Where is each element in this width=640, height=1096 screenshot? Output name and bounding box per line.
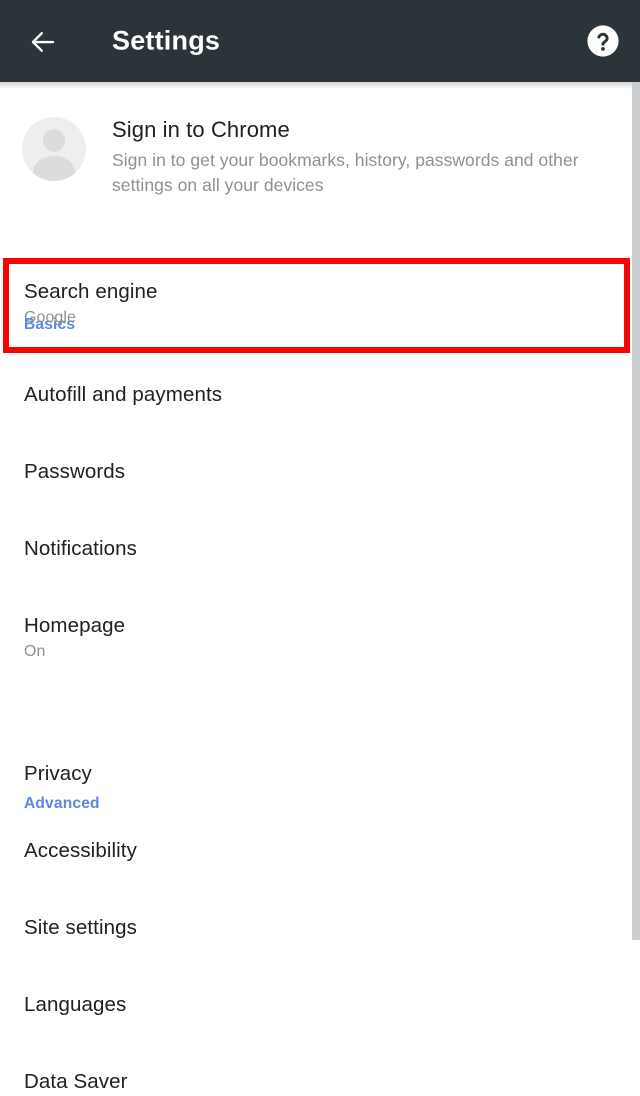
help-button[interactable] <box>586 24 620 58</box>
settings-list: Sign in to Chrome Sign in to get your bo… <box>0 82 640 1096</box>
setting-row-accessibility[interactable]: Accessibility <box>0 838 632 864</box>
page-title: Settings <box>112 25 221 56</box>
setting-row-title: Privacy <box>24 762 92 785</box>
sign-in-promo-subtitle: Sign in to get your bookmarks, history, … <box>112 150 579 195</box>
sign-in-promo-title: Sign in to Chrome <box>112 117 290 142</box>
setting-row-title: Autofill and payments <box>24 383 223 406</box>
setting-row-title: Site settings <box>24 916 137 939</box>
setting-row-subtitle: On <box>24 643 46 660</box>
settings-screen: Settings Sign in to Chrome Sign in to ge… <box>0 0 640 1096</box>
setting-row-title: Languages <box>24 993 127 1016</box>
setting-row-title: Notifications <box>24 537 137 560</box>
setting-row-site-settings[interactable]: Site settings <box>0 915 632 941</box>
scrollbar-thumb[interactable] <box>632 82 640 940</box>
avatar-head <box>43 129 65 152</box>
person-avatar-icon <box>22 117 86 181</box>
setting-row-search-engine[interactable]: Search engine Google <box>0 279 632 328</box>
setting-row-title: Homepage <box>24 614 126 637</box>
section-header-advanced: Advanced <box>24 795 100 812</box>
setting-row-title: Accessibility <box>24 839 137 862</box>
setting-row-title: Data Saver <box>24 1070 128 1093</box>
avatar-body <box>33 156 75 181</box>
setting-row-homepage[interactable]: Homepage On <box>0 613 632 662</box>
setting-row-autofill-and-payments[interactable]: Autofill and payments <box>0 382 632 408</box>
back-button[interactable] <box>22 21 64 63</box>
arrow-left-icon <box>28 27 58 57</box>
setting-row-passwords[interactable]: Passwords <box>0 459 632 485</box>
setting-row-notifications[interactable]: Notifications <box>0 536 632 562</box>
setting-row-data-saver[interactable]: Data Saver <box>0 1069 632 1095</box>
app-toolbar: Settings <box>0 0 640 82</box>
help-circle-icon <box>586 24 620 58</box>
setting-row-languages[interactable]: Languages <box>0 992 632 1018</box>
setting-row-subtitle: Google <box>24 309 76 326</box>
sign-in-promo-row[interactable]: Sign in to Chrome Sign in to get your bo… <box>0 94 632 222</box>
setting-row-title: Passwords <box>24 460 126 483</box>
sign-in-promo-text: Sign in to Chrome Sign in to get your bo… <box>112 115 582 198</box>
setting-row-title: Search engine <box>24 280 158 303</box>
setting-row-privacy[interactable]: Privacy <box>0 761 632 787</box>
